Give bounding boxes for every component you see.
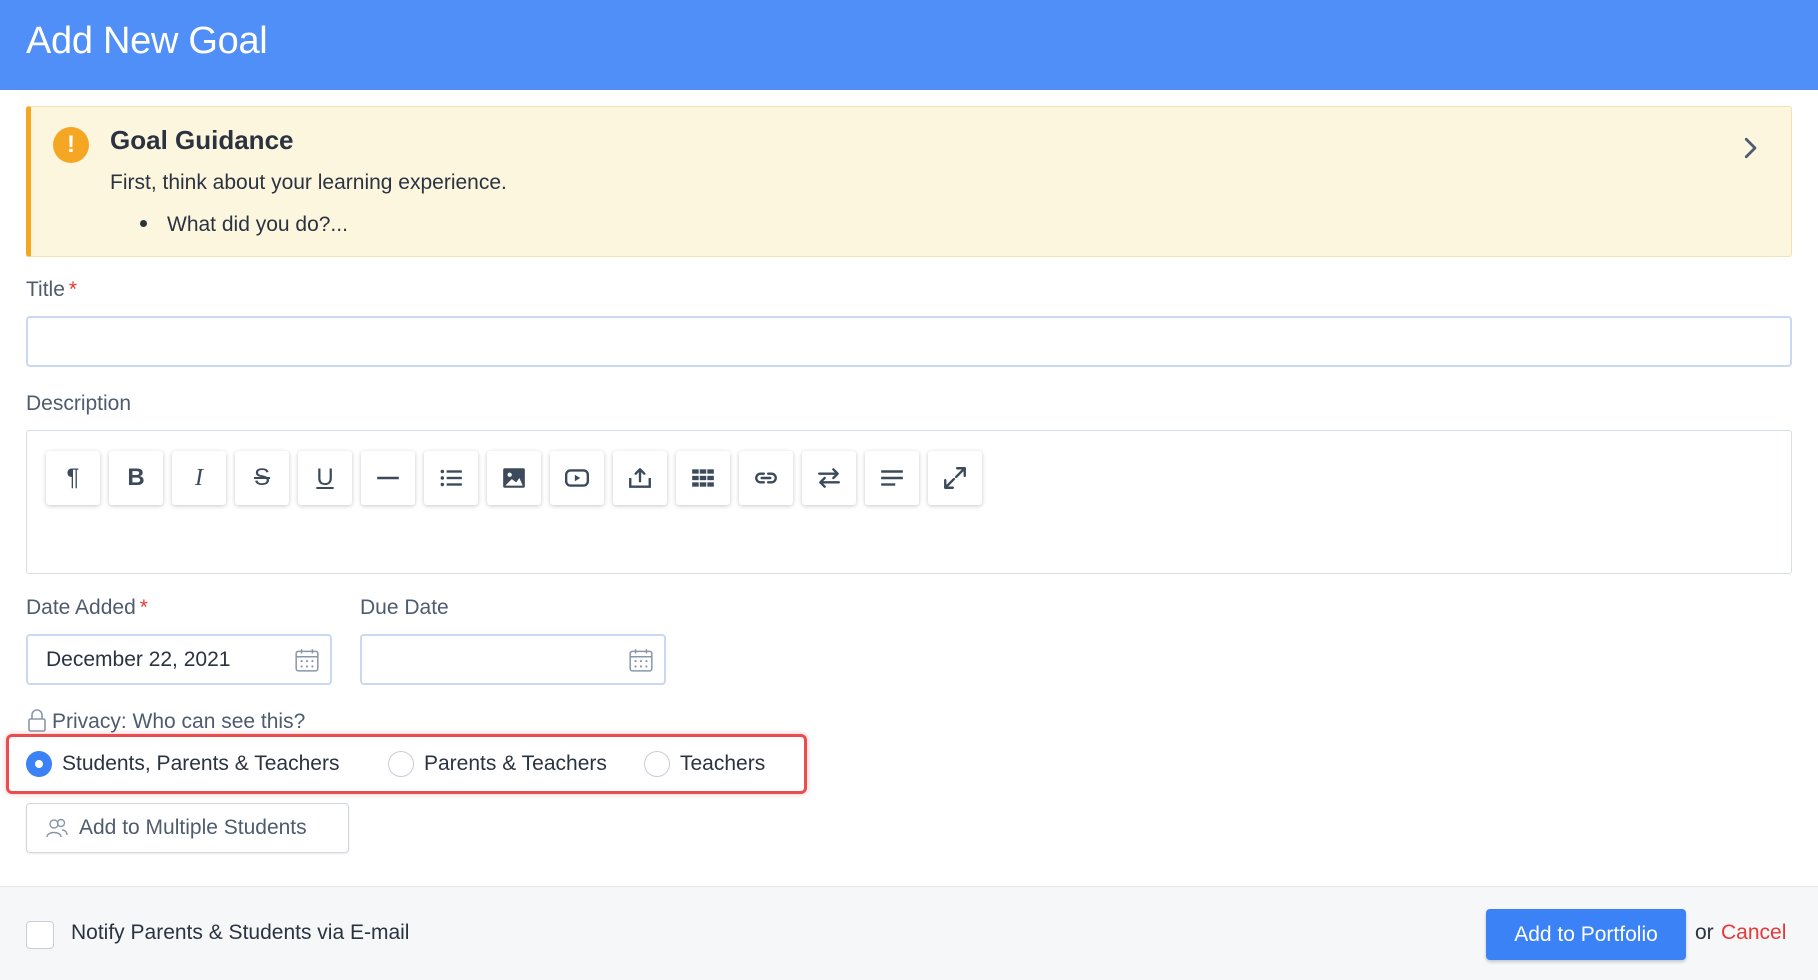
page-header: Add New Goal [0,0,1818,90]
upload-icon [629,468,651,488]
add-to-portfolio-button[interactable]: Add to Portfolio [1486,909,1686,960]
bold-button[interactable]: B [109,451,163,505]
users-icon [46,818,68,838]
description-editor[interactable]: ¶ B I S U [26,430,1792,574]
table-icon [692,469,714,487]
cancel-link[interactable]: Cancel [1721,921,1786,945]
page-title: Add New Goal [26,20,268,62]
list-button[interactable] [424,451,478,505]
privacy-option-students-parents-teachers[interactable]: Students, Parents & Teachers [26,751,339,777]
list-icon [440,469,462,487]
editor-toolbar: ¶ B I S U [46,451,982,505]
form-footer: Notify Parents & Students via E-mail Add… [0,886,1818,980]
fullscreen-button[interactable] [928,451,982,505]
strikethrough-icon: S [253,464,270,491]
calendar-icon[interactable] [628,647,654,673]
alert-icon: ! [53,127,89,163]
privacy-option-label: Teachers [680,752,766,775]
due-date-label: Due Date [360,596,449,619]
paragraph-icon: ¶ [66,464,80,491]
bullet-dot [140,220,147,228]
radio-unselected-icon[interactable] [388,751,414,777]
notify-label: Notify Parents & Students via E-mail [71,921,410,944]
underline-button[interactable]: U [298,451,352,505]
fullscreen-icon [944,467,966,489]
date-added-label: Date Added * [26,596,148,620]
chevron-right-icon[interactable] [1735,133,1765,163]
privacy-label-text: Privacy: Who can see this? [52,710,306,733]
link-icon [755,472,777,484]
guidance-title: Goal Guidance [110,125,294,155]
horizontal-rule-button[interactable] [361,451,415,505]
date-added-input[interactable]: December 22, 2021 [26,634,332,685]
privacy-label: Privacy: Who can see this? [26,708,305,734]
required-mark: * [139,596,148,619]
horizontal-rule-icon [377,476,399,480]
description-label: Description [26,392,132,415]
italic-icon: I [195,464,203,491]
bold-icon: B [127,464,145,491]
add-multiple-students-button[interactable]: Add to Multiple Students [26,803,349,853]
privacy-option-label: Parents & Teachers [424,752,607,775]
add-multiple-students-label: Add to Multiple Students [79,816,307,839]
paragraph-button[interactable]: ¶ [46,451,100,505]
calendar-icon[interactable] [294,647,320,673]
guidance-text: First, think about your learning experie… [110,171,507,194]
video-icon [564,469,590,487]
radio-unselected-icon[interactable] [644,751,670,777]
title-label-text: Title [26,278,65,301]
privacy-option-parents-teachers[interactable]: Parents & Teachers [388,751,607,777]
radio-selected-icon[interactable] [26,751,52,777]
italic-button[interactable]: I [172,451,226,505]
swap-icon [818,468,840,488]
privacy-option-label: Students, Parents & Teachers [62,752,340,775]
title-input[interactable] [26,316,1792,367]
required-mark: * [68,278,78,301]
align-button[interactable] [865,451,919,505]
goal-guidance-panel: ! Goal Guidance First, think about your … [26,106,1792,257]
table-button[interactable] [676,451,730,505]
link-button[interactable] [739,451,793,505]
or-text: or [1695,921,1714,944]
date-added-label-text: Date Added [26,596,136,619]
video-button[interactable] [550,451,604,505]
image-icon [503,468,525,488]
image-button[interactable] [487,451,541,505]
guidance-bullet-text: What did you do?... [167,213,348,236]
lock-icon [28,709,46,732]
underline-icon: U [316,464,334,491]
notify-checkbox[interactable] [26,921,54,949]
upload-button[interactable] [613,451,667,505]
strikethrough-button[interactable]: S [235,451,289,505]
swap-button[interactable] [802,451,856,505]
privacy-option-teachers[interactable]: Teachers [644,751,765,777]
date-added-value: December 22, 2021 [46,648,231,671]
due-date-input[interactable] [360,634,666,685]
guidance-bullet: What did you do?... [110,213,348,237]
title-label: Title * [26,278,77,302]
align-icon [881,470,903,486]
